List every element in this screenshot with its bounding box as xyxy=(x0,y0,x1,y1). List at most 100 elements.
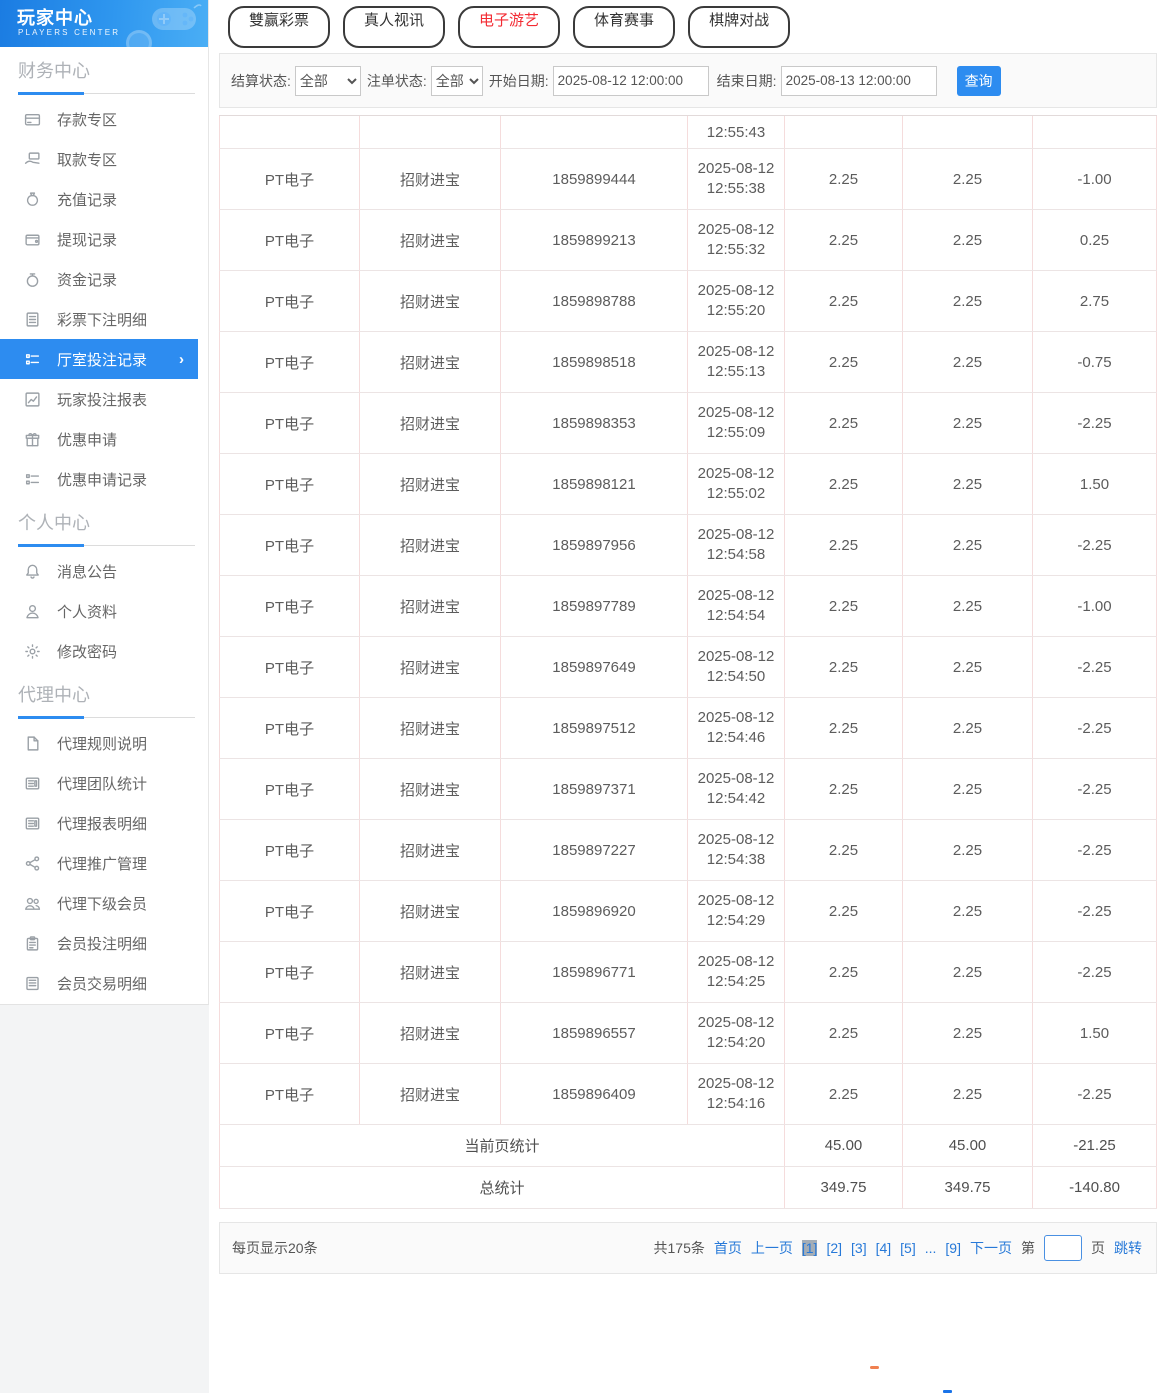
sidebar-item[interactable]: 消息公告 xyxy=(0,551,208,591)
chart-icon xyxy=(24,391,41,408)
page-link[interactable]: [4] xyxy=(876,1240,892,1256)
profit-cell: -2.25 xyxy=(1032,758,1157,820)
order-status-select[interactable]: 全部 xyxy=(430,65,483,96)
sidebar-item[interactable]: 存款专区 xyxy=(0,99,208,139)
valid-amount-cell: 2.25 xyxy=(902,392,1033,454)
sidebar-item[interactable]: 取款专区 xyxy=(0,139,208,179)
sidebar-item-label: 资金记录 xyxy=(57,271,118,289)
jump-button[interactable]: 跳转 xyxy=(1114,1238,1142,1258)
profit-cell: -2.25 xyxy=(1032,1063,1157,1125)
game-cell: 招财进宝 xyxy=(359,636,501,698)
order-no-cell: 1859896409 xyxy=(500,1063,688,1125)
category-tab[interactable]: 雙赢彩票 xyxy=(228,6,331,48)
sidebar-item[interactable]: 修改密码 xyxy=(0,631,208,671)
sidebar-item[interactable]: 提现记录 xyxy=(0,219,208,259)
end-date-input[interactable] xyxy=(780,65,937,96)
sidebar-item-label: 取款专区 xyxy=(57,151,118,169)
platform-cell: PT电子 xyxy=(219,575,360,637)
sidebar-item[interactable]: 彩票下注明细 xyxy=(0,299,208,339)
table-row: PT电子 招财进宝 1859896557 2025-08-12 12:54:20 2.25… xyxy=(219,1002,1157,1064)
game-cell: 招财进宝 xyxy=(359,941,501,1003)
page-link[interactable]: [9] xyxy=(945,1240,961,1256)
order-no-cell: 1859898121 xyxy=(500,453,688,515)
settlement-status-select[interactable]: 全部 xyxy=(294,65,361,96)
sidebar-item[interactable]: 个人资料 xyxy=(0,591,208,631)
next-page-link[interactable]: 下一页 xyxy=(970,1238,1012,1258)
users-icon xyxy=(24,895,41,912)
bet-amount-cell: 2.25 xyxy=(784,1002,903,1064)
platform-cell: PT电子 xyxy=(219,636,360,698)
bet-amount-cell: 2.25 xyxy=(784,880,903,942)
sidebar-item[interactable]: 会员交易明细 xyxy=(0,963,208,1003)
sidebar-item[interactable]: 优惠申请记录 xyxy=(0,459,208,499)
category-tab[interactable]: 体育赛事 xyxy=(573,6,676,48)
bet-amount-cell: 2.25 xyxy=(784,1063,903,1125)
page-bet-total: 45.00 xyxy=(784,1124,903,1167)
bet-amount-cell: 2.25 xyxy=(784,209,903,271)
page-link[interactable]: [5] xyxy=(900,1240,916,1256)
query-button[interactable]: 查询 xyxy=(956,65,1001,96)
user-icon xyxy=(24,603,41,620)
sidebar-item[interactable]: 代理团队统计 xyxy=(0,763,208,803)
sidebar-item[interactable]: 会员投注明细 xyxy=(0,923,208,963)
category-tab[interactable]: 真人视讯 xyxy=(343,6,446,48)
order-no-cell: 1859898518 xyxy=(500,331,688,393)
sidebar: 玩家中心 PLAYERS CENTER 财务中心 存款专区 取款专区 充值记录 提现记录… xyxy=(0,0,209,1005)
profit-cell: -0.75 xyxy=(1032,331,1157,393)
ellipsis: ... xyxy=(924,1240,937,1256)
time-cell: 2025-08-12 12:55:09 xyxy=(687,392,785,454)
bet-amount-cell: 2.25 xyxy=(784,453,903,515)
sidebar-item[interactable]: 厅室投注记录 › xyxy=(0,339,198,379)
sidebar-item[interactable]: 代理下级会员 xyxy=(0,883,208,923)
valid-amount-cell: 2.25 xyxy=(902,941,1033,1003)
sidebar-item-label: 提现记录 xyxy=(57,231,118,249)
valid-amount-cell: 2.25 xyxy=(902,148,1033,210)
current-page-link[interactable]: [1] xyxy=(801,1240,818,1256)
platform-cell: PT电子 xyxy=(219,697,360,759)
time-cell: 2025-08-12 12:55:38 xyxy=(687,148,785,210)
valid-amount-cell: 2.25 xyxy=(902,331,1033,393)
sidebar-item[interactable]: 优惠申请 xyxy=(0,419,208,459)
game-cell: 招财进宝 xyxy=(359,697,501,759)
valid-amount-cell: 2.25 xyxy=(902,575,1033,637)
time-cell: 2025-08-12 12:54:46 xyxy=(687,697,785,759)
order-no-cell: 1859897371 xyxy=(500,758,688,820)
table-row: PT电子 招财进宝 1859899213 2025-08-12 12:55:32 2.25… xyxy=(219,209,1157,271)
page-summary-row: 当前页统计 45.00 45.00 -21.25 xyxy=(219,1124,1157,1167)
menu-list: 消息公告 个人资料 修改密码 xyxy=(0,551,208,671)
platform-cell: PT电子 xyxy=(219,148,360,210)
profit-cell: -2.25 xyxy=(1032,941,1157,1003)
start-date-input[interactable] xyxy=(552,65,709,96)
menu-list: 存款专区取款专区充值记录提现记录资金记录彩票下注明细 厅室投注记录 › 玩家投注报表优… xyxy=(0,99,208,499)
sidebar-item[interactable]: 充值记录 xyxy=(0,179,208,219)
first-page-link[interactable]: 首页 xyxy=(714,1238,742,1258)
sidebar-item[interactable]: 资金记录 xyxy=(0,259,208,299)
section-underline xyxy=(18,91,195,95)
page-link[interactable]: [2] xyxy=(826,1240,842,1256)
sidebar-item-label: 代理推广管理 xyxy=(57,855,148,873)
category-tab[interactable]: 棋牌对战 xyxy=(688,6,791,48)
profit-cell: -2.25 xyxy=(1032,392,1157,454)
category-tab[interactable]: 电子游艺 xyxy=(458,6,561,48)
prev-page-link[interactable]: 上一页 xyxy=(751,1238,793,1258)
time-cell: 2025-08-12 12:55:02 xyxy=(687,453,785,515)
bet-amount-cell: 2.25 xyxy=(784,758,903,820)
profit-cell: 1.50 xyxy=(1032,453,1157,515)
sidebar-item[interactable]: 玩家投注报表 xyxy=(0,379,208,419)
sidebar-item[interactable]: 代理推广管理 xyxy=(0,843,208,883)
page-link[interactable]: [3] xyxy=(851,1240,867,1256)
grand-summary-row: 总统计 349.75 349.75 -140.80 xyxy=(219,1166,1157,1209)
section-title: 代理中心 xyxy=(18,685,90,705)
table-row: PT电子 招财进宝 1859896409 2025-08-12 12:54:16 2.25… xyxy=(219,1063,1157,1125)
page-valid-total: 45.00 xyxy=(902,1124,1033,1167)
sidebar-item[interactable]: 代理规则说明 xyxy=(0,723,208,763)
time-cell: 2025-08-12 12:55:32 xyxy=(687,209,785,271)
game-cell: 招财进宝 xyxy=(359,392,501,454)
time-cell: 2025-08-12 12:54:20 xyxy=(687,1002,785,1064)
game-cell: 招财进宝 xyxy=(359,880,501,942)
profit-cell: -1.00 xyxy=(1032,148,1157,210)
brand-title: 玩家中心 xyxy=(17,8,93,28)
jump-page-input[interactable] xyxy=(1044,1235,1082,1261)
list-icon xyxy=(24,351,41,368)
sidebar-item[interactable]: 代理报表明细 xyxy=(0,803,208,843)
